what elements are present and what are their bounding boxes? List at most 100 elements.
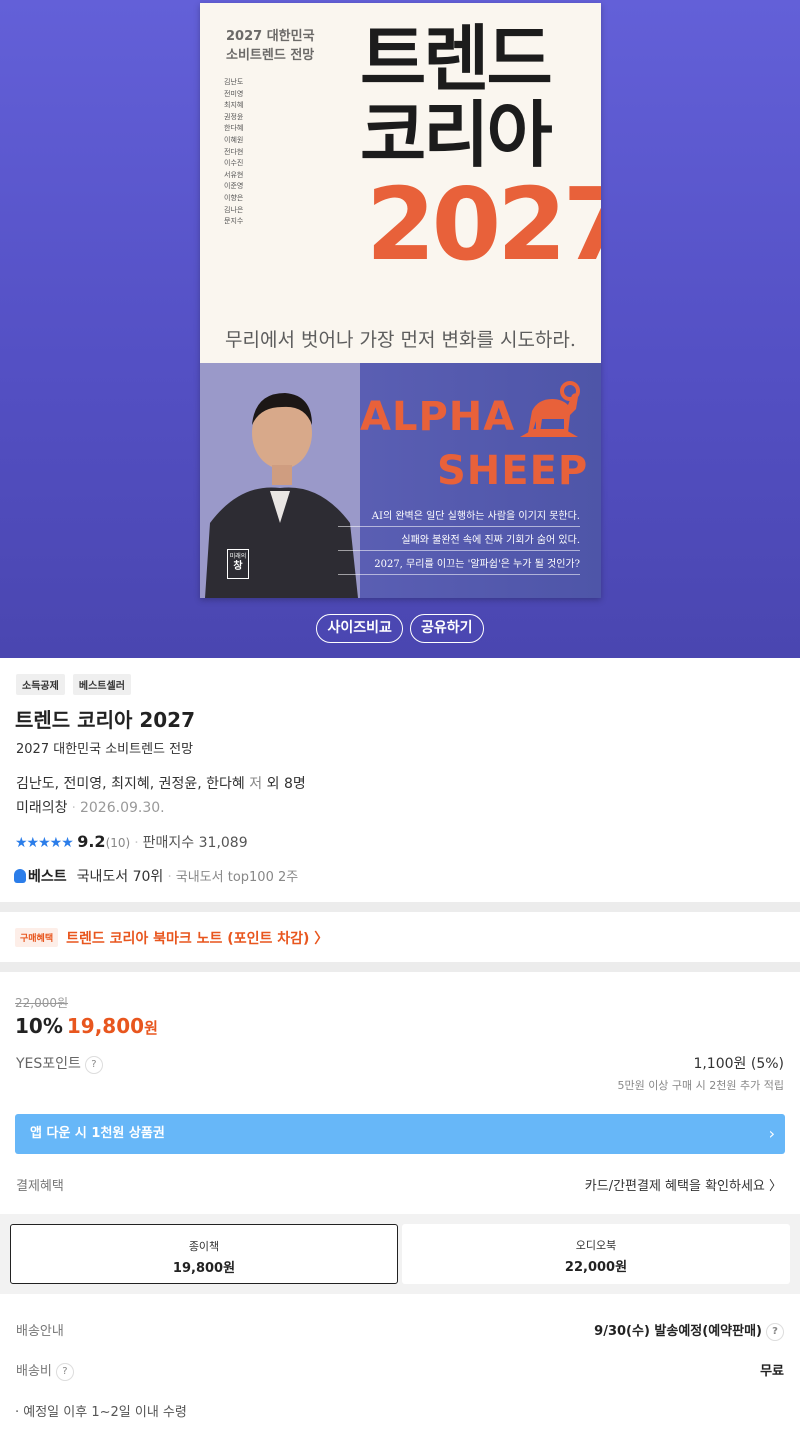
- cover-alpha-text: ALPHA: [360, 394, 516, 440]
- author-role: 저: [249, 776, 263, 792]
- cover-authors: 김난도 전미영 최지혜 권정윤 한다혜 이혜원 전다현 이수진 서유현 이준영 …: [224, 77, 264, 228]
- cover-subtitle-line: 소비트렌드 전망: [226, 48, 315, 63]
- delivery-note: · 예정일 이후 1~2일 이내 수령: [15, 1405, 187, 1420]
- separator-dot: ·: [167, 869, 172, 885]
- cover-slogan: 무리에서 벗어나 가장 먼저 변화를 시도하라.: [225, 329, 576, 351]
- help-icon[interactable]: ?: [84, 1056, 103, 1074]
- cover-sheep-text: SHEEP: [437, 448, 589, 494]
- product-title: 트렌드 코리아 2027: [15, 708, 195, 732]
- separator-dot: ·: [71, 800, 76, 816]
- cover-title: 트렌드 코리아: [360, 21, 590, 173]
- shipping-label: 배송안내: [16, 1324, 64, 1339]
- hero-buttons: 사이즈비교 공유하기: [0, 614, 800, 643]
- separator-dot: ·: [134, 835, 139, 851]
- cover-author: 이수진: [224, 159, 244, 168]
- book-cover-image[interactable]: 2027 대한민국 소비트렌드 전망 김난도 전미영 최지혜 권정윤 한다혜 이…: [200, 3, 601, 598]
- shipping-fee-row: 배송비?: [16, 1360, 74, 1381]
- yes-point-value: 1,100원 (5%): [693, 1056, 784, 1072]
- discount-rate: 10%: [15, 1014, 63, 1038]
- format-selector: 종이책 19,800원 오디오북 22,000원: [0, 1214, 800, 1294]
- shipping-fee-value: 무료: [760, 1364, 784, 1379]
- share-button[interactable]: 공유하기: [409, 614, 484, 643]
- yes-point-row: YES포인트?: [16, 1053, 103, 1074]
- cover-bottom: 미래의 창 ALPHA SHEEP AI의 완벽은 일단 실행하는 사람을 이기…: [200, 363, 601, 598]
- cover-author: 김나은: [224, 205, 244, 214]
- cover-author: 이혜원: [224, 135, 244, 144]
- format-option-paper[interactable]: 종이책 19,800원: [10, 1224, 398, 1284]
- app-banner-text: 앱 다운 시 1천원 상품권: [30, 1126, 165, 1141]
- shipping-value: 9/30(수) 발송예정(예약판매): [594, 1324, 762, 1339]
- publisher-logo: 미래의 창: [227, 549, 249, 579]
- publisher-row: 미래의창 · 2026.09.30.: [16, 797, 165, 817]
- cover-author: 전미영: [224, 89, 244, 98]
- cover-author: 이준영: [224, 182, 244, 191]
- cover-title-line: 트렌드: [360, 17, 553, 101]
- author-extra[interactable]: 외 8명: [267, 776, 306, 792]
- cover-tagline: AI의 완벽은 일단 실행하는 사람을 이기지 못한다.: [338, 503, 580, 527]
- format-option-audiobook[interactable]: 오디오북 22,000원: [402, 1224, 790, 1284]
- bestseller-row[interactable]: 베스트 국내도서 70위 · 국내도서 top100 2주: [14, 866, 298, 886]
- help-icon[interactable]: ?: [55, 1363, 74, 1381]
- cover-author: 이향은: [224, 193, 244, 202]
- hero-banner: 2027 대한민국 소비트렌드 전망 김난도 전미영 최지혜 권정윤 한다혜 이…: [0, 0, 800, 658]
- cover-top: 2027 대한민국 소비트렌드 전망 김난도 전미영 최지혜 권정윤 한다혜 이…: [200, 3, 601, 363]
- section-divider: [0, 962, 800, 972]
- help-icon[interactable]: ?: [766, 1323, 784, 1341]
- tag-list: 소득공제 베스트셀러: [16, 674, 134, 695]
- ram-icon: [520, 381, 580, 437]
- cover-author: 권정윤: [224, 112, 244, 121]
- benefit-badge: 구매혜택: [15, 928, 59, 947]
- purchase-benefit-link[interactable]: 구매혜택 트렌드 코리아 북마크 노트 (포인트 차감) 〉: [15, 928, 328, 948]
- format-price: 22,000원: [564, 1260, 628, 1275]
- app-download-banner[interactable]: 앱 다운 시 1천원 상품권 ›: [15, 1114, 785, 1154]
- format-price: 19,800원: [172, 1261, 236, 1276]
- size-compare-button[interactable]: 사이즈비교: [316, 614, 403, 643]
- cover-title-line: 코리아: [360, 93, 553, 177]
- cover-author: 서유현: [224, 170, 244, 179]
- review-count: (10): [105, 836, 131, 850]
- format-name: 종이책: [188, 1240, 220, 1253]
- cover-subtitle: 2027 대한민국 소비트렌드 전망: [226, 27, 315, 65]
- star-rating-icon: ★★★★★: [15, 835, 74, 851]
- best-label: 베스트: [28, 869, 67, 885]
- cover-author: 전다현: [224, 147, 244, 156]
- shipping-fee-label: 배송비: [16, 1364, 52, 1379]
- best-badge-icon: [14, 869, 26, 883]
- rating-score: 9.2: [77, 832, 106, 851]
- cover-subtitle-line: 2027 대한민국: [226, 29, 315, 44]
- sale-price-row: 10% 19,800원: [15, 1014, 158, 1038]
- tag-badge: 베스트셀러: [72, 674, 131, 695]
- cover-author: 한다혜: [224, 124, 244, 133]
- payment-benefit-link[interactable]: 카드/간편결제 혜택을 확인하세요 〉: [585, 1175, 782, 1194]
- rating-row[interactable]: ★★★★★ 9.2(10) · 판매지수 31,089: [15, 832, 248, 852]
- cover-author: 김난도: [224, 78, 244, 86]
- benefit-text: 트렌드 코리아 북마크 노트 (포인트 차감) 〉: [66, 931, 329, 947]
- original-price: 22,000원: [15, 996, 69, 1010]
- section-divider: [0, 902, 800, 912]
- cover-tagline: 2027, 무리를 이끄는 '알파쉽'은 누가 될 것인가?: [338, 551, 580, 575]
- cover-tagline: 실패와 불완전 속에 진짜 기회가 숨어 있다.: [338, 527, 580, 551]
- format-name: 오디오북: [575, 1239, 617, 1252]
- product-subtitle: 2027 대한민국 소비트렌드 전망: [16, 742, 194, 757]
- price-unit: 원: [144, 1019, 158, 1037]
- best-rank: 국내도서 70위: [76, 869, 164, 885]
- sale-price: 19,800: [66, 1014, 145, 1038]
- author-photo: [200, 363, 360, 598]
- cover-author: 최지혜: [224, 101, 244, 110]
- author-row: 김난도, 전미영, 최지혜, 권정윤, 한다혜 저 외 8명: [16, 773, 306, 793]
- publish-date: 2026.09.30.: [79, 800, 165, 816]
- author-names[interactable]: 김난도, 전미영, 최지혜, 권정윤, 한다혜: [16, 776, 245, 792]
- publisher-logo-text: 창: [233, 561, 243, 572]
- yes-point-note: 5만원 이상 구매 시 2천원 추가 적립: [617, 1079, 784, 1092]
- cover-taglines: AI의 완벽은 일단 실행하는 사람을 이기지 못한다. 실패와 불완전 속에 …: [338, 503, 580, 575]
- cover-year: 2027: [366, 166, 601, 283]
- cover-author: 문지수: [224, 217, 244, 226]
- sales-index: 판매지수 31,089: [142, 835, 248, 851]
- yes-point-label: YES포인트: [16, 1056, 81, 1072]
- tag-badge: 소득공제: [16, 674, 65, 695]
- payment-benefit-label: 결제혜택: [16, 1179, 64, 1194]
- publisher-name[interactable]: 미래의창: [16, 800, 68, 816]
- shipping-info: 9/30(수) 발송예정(예약판매)?: [594, 1320, 784, 1341]
- best-weeks: 국내도서 top100 2주: [175, 870, 299, 885]
- chevron-right-icon: ›: [768, 1124, 775, 1143]
